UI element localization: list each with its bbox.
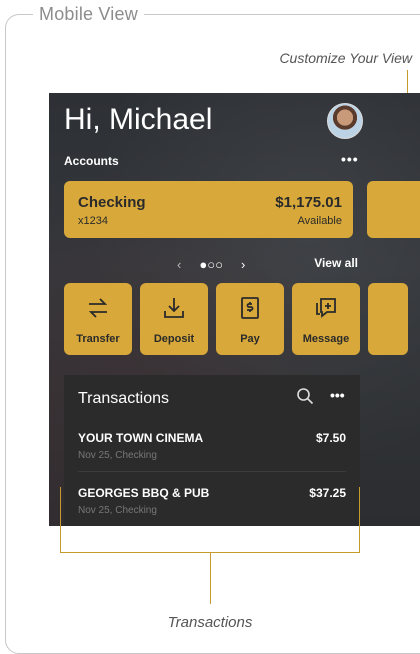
deposit-button[interactable]: Deposit (140, 283, 208, 355)
view-all-link[interactable]: View all (314, 256, 358, 270)
account-balance: $1,175.01 (275, 194, 342, 211)
message-icon (316, 298, 336, 318)
account-card[interactable]: Checking x1234 $1,175.01 Available (64, 181, 353, 238)
transfer-icon (88, 298, 108, 318)
account-number: x1234 (78, 215, 108, 227)
frame-title: Mobile View (33, 4, 144, 25)
pager-dots: ●○○ (199, 257, 223, 272)
message-label: Message (302, 333, 350, 345)
chevron-left-icon[interactable]: ‹ (177, 257, 181, 272)
chevron-right-icon[interactable]: › (241, 257, 245, 272)
deposit-label: Deposit (153, 333, 195, 345)
transfer-label: Transfer (76, 333, 120, 345)
more-actions-peek[interactable] (368, 283, 408, 355)
transaction-row[interactable]: GEORGES BBQ & PUB Nov 25, Checking $37.2… (78, 486, 346, 516)
transaction-detail: Nov 25, Checking (78, 505, 157, 516)
avatar[interactable] (327, 103, 363, 139)
transactions-title: Transactions (78, 390, 169, 407)
account-card-next[interactable] (367, 181, 420, 238)
card-pager[interactable]: ‹ ●○○ › (177, 257, 245, 272)
annotation-line (359, 487, 360, 553)
search-icon[interactable] (296, 387, 314, 410)
greeting: Hi, Michael (64, 103, 213, 136)
annotation-transactions: Transactions (167, 614, 253, 631)
transactions-more-icon[interactable]: ••• (330, 387, 345, 403)
divider (78, 471, 346, 472)
customize-more-icon[interactable]: ••• (341, 151, 359, 167)
transaction-merchant: YOUR TOWN CINEMA (78, 431, 204, 445)
message-button[interactable]: Message (292, 283, 360, 355)
balance-label: Available (297, 215, 342, 227)
transfer-button[interactable]: Transfer (64, 283, 132, 355)
pay-label: Pay (240, 333, 260, 345)
transaction-merchant: GEORGES BBQ & PUB (78, 486, 210, 500)
annotation-line (210, 552, 211, 604)
account-name: Checking (78, 194, 146, 211)
pay-button[interactable]: Pay (216, 283, 284, 355)
deposit-icon (164, 298, 184, 318)
transaction-amount: $37.25 (309, 486, 346, 500)
annotation-customize: Customize Your View (279, 50, 412, 66)
transaction-detail: Nov 25, Checking (78, 450, 157, 461)
annotation-line (60, 487, 61, 553)
phone-screen: Hi, Michael Accounts ••• Checking x1234 … (49, 93, 420, 526)
transactions-panel: Transactions ••• YOUR TOWN CINEMA Nov 25… (64, 375, 360, 526)
transaction-amount: $7.50 (315, 431, 346, 445)
transaction-row[interactable]: YOUR TOWN CINEMA Nov 25, Checking $7.50 (78, 431, 346, 461)
accounts-label: Accounts (64, 154, 119, 168)
pay-icon (241, 297, 259, 319)
